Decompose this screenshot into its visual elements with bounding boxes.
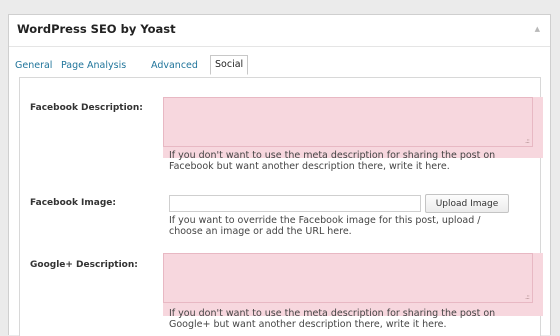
google-description-help: If you don't want to use the meta descri… [169, 308, 541, 330]
help-text-line: choose an image or add the URL here. [169, 226, 352, 237]
tab-page-analysis[interactable]: Page Analysis [61, 60, 126, 71]
google-description-label: Google+ Description: [30, 260, 138, 270]
facebook-description-highlight: .:: [163, 97, 543, 158]
tab-general[interactable]: General [15, 60, 52, 71]
resize-grip-icon[interactable]: .:: [525, 137, 530, 145]
help-text-line: Google+ but want another description the… [169, 319, 447, 330]
facebook-description-textarea[interactable]: .:: [163, 97, 533, 147]
metabox-title: WordPress SEO by Yoast [17, 22, 176, 36]
tab-social[interactable]: Social [210, 55, 249, 75]
facebook-description-label: Facebook Description: [30, 103, 143, 113]
help-text-line: If you want to override the Facebook ima… [169, 215, 481, 226]
facebook-image-label: Facebook Image: [30, 198, 117, 208]
metabox-header[interactable]: WordPress SEO by Yoast ▲ [9, 15, 550, 47]
facebook-description-help: If you don't want to use the meta descri… [169, 150, 541, 172]
collapse-arrow-icon[interactable]: ▲ [535, 25, 540, 33]
help-text-line: If you don't want to use the meta descri… [169, 308, 496, 319]
help-text-line: Facebook but want another description th… [169, 161, 450, 172]
tab-advanced[interactable]: Advanced [151, 60, 198, 71]
facebook-image-help: If you want to override the Facebook ima… [169, 215, 541, 237]
upload-image-button[interactable]: Upload Image [425, 194, 509, 213]
google-description-highlight: .:: [163, 253, 543, 316]
help-text-line: If you don't want to use the meta descri… [169, 150, 496, 161]
facebook-image-url-input[interactable] [169, 195, 421, 212]
google-description-textarea[interactable]: .:: [163, 253, 533, 303]
resize-grip-icon[interactable]: .:: [525, 293, 530, 301]
social-tab-panel: Facebook Description: .:: If you don't w… [19, 77, 543, 336]
yoast-seo-metabox: WordPress SEO by Yoast ▲ General Page An… [8, 14, 551, 336]
